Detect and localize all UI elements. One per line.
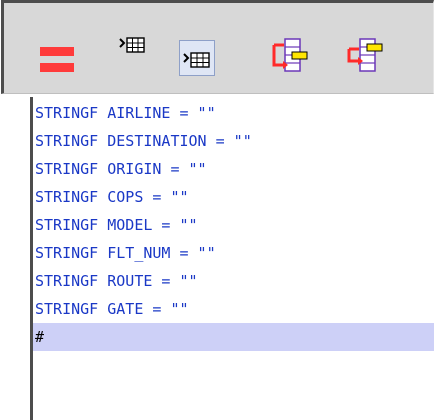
toolbar [4, 3, 433, 93]
script-editor-window: STRINGF AIRLINE = "" STRINGF DESTINATION… [0, 0, 434, 420]
table-arrow-boxed-icon[interactable] [179, 40, 215, 76]
equals-bottom-bar [40, 63, 74, 72]
flow-table-red-icon[interactable] [270, 37, 308, 75]
code-line[interactable]: STRINGF GATE = "" [33, 295, 434, 323]
code-line[interactable]: STRINGF FLT_NUM = "" [33, 239, 434, 267]
flow-table-red-2-icon[interactable] [345, 37, 383, 75]
code-line[interactable]: STRINGF COPS = "" [33, 183, 434, 211]
code-line[interactable]: STRINGF MODEL = "" [33, 211, 434, 239]
equals-top-bar [40, 47, 74, 56]
code-line[interactable]: STRINGF DESTINATION = "" [33, 127, 434, 155]
table-arrow-icon[interactable] [117, 35, 147, 57]
toolbar-panel [1, 0, 434, 94]
code-line[interactable]: STRINGF ROUTE = "" [33, 267, 434, 295]
code-line[interactable]: STRINGF AIRLINE = "" [33, 99, 434, 127]
equals-icon[interactable] [40, 47, 74, 72]
active-code-line[interactable]: # [33, 323, 434, 351]
script-editor[interactable]: STRINGF AIRLINE = "" STRINGF DESTINATION… [30, 97, 434, 420]
code-line[interactable]: STRINGF ORIGIN = "" [33, 155, 434, 183]
